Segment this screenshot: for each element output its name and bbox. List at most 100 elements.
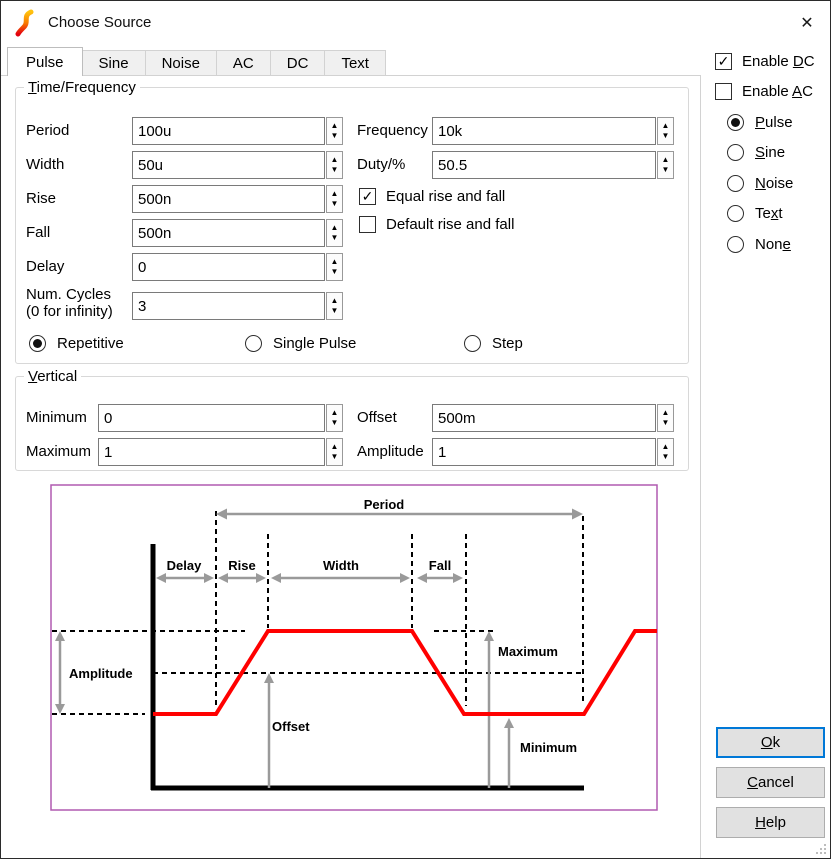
spin-up-icon[interactable]: ▲ [662, 408, 670, 418]
spin-up-icon[interactable]: ▲ [331, 442, 339, 452]
source-noise-label: Noise [755, 175, 793, 193]
amplitude-field[interactable] [432, 438, 656, 466]
delay-field[interactable] [132, 253, 325, 281]
help-button[interactable]: Help [716, 807, 825, 838]
num-cycles-field[interactable] [132, 292, 325, 320]
spin-up-icon[interactable]: ▲ [331, 223, 339, 233]
period-spinner[interactable]: ▲▼ [326, 117, 343, 145]
offset-diagram-label: Offset [272, 719, 310, 734]
minimum-diagram-label: Minimum [520, 740, 577, 755]
width-field[interactable] [132, 151, 325, 179]
spin-up-icon[interactable]: ▲ [331, 155, 339, 165]
single-pulse-label: Single Pulse [273, 335, 356, 353]
arrowhead-right-icon [256, 573, 266, 583]
fall-field[interactable] [132, 219, 325, 247]
spin-up-icon[interactable]: ▲ [331, 189, 339, 199]
spin-down-icon[interactable]: ▼ [331, 199, 339, 209]
spin-down-icon[interactable]: ▼ [331, 267, 339, 277]
title-bar: Choose Source ✕ [1, 1, 830, 45]
equal-rise-fall-checkbox[interactable]: ✓ [359, 188, 376, 205]
source-none-radio[interactable] [727, 236, 744, 253]
frequency-field[interactable] [432, 117, 656, 145]
spin-down-icon[interactable]: ▼ [331, 418, 339, 428]
cancel-button[interactable]: Cancel [716, 767, 825, 798]
duty-spinner[interactable]: ▲▼ [657, 151, 674, 179]
resize-grip[interactable] [814, 842, 827, 855]
spin-down-icon[interactable]: ▼ [331, 452, 339, 462]
width-spinner[interactable]: ▲▼ [326, 151, 343, 179]
num-cycles-label-line2: (0 for infinity) [26, 303, 113, 320]
vertical-group: Vertical Minimum ▲▼ Maximum ▲▼ Offset ▲▼… [15, 376, 689, 471]
spin-up-icon[interactable]: ▲ [331, 121, 339, 131]
arrowhead-left-icon [218, 573, 228, 583]
arrowhead-up-icon [484, 631, 494, 641]
period-field[interactable] [132, 117, 325, 145]
spin-down-icon[interactable]: ▼ [331, 233, 339, 243]
check-icon: ✓ [362, 189, 374, 203]
fall-label: Fall [26, 219, 50, 247]
duty-field[interactable] [432, 151, 656, 179]
minimum-field[interactable] [98, 404, 325, 432]
tab-dc[interactable]: DC [270, 50, 326, 76]
tab-noise[interactable]: Noise [145, 50, 217, 76]
step-label: Step [492, 335, 523, 353]
offset-spinner[interactable]: ▲▼ [657, 404, 674, 432]
source-pulse-radio[interactable] [727, 114, 744, 131]
delay-spinner[interactable]: ▲▼ [326, 253, 343, 281]
default-rise-fall-checkbox[interactable]: ✓ [359, 216, 376, 233]
spin-down-icon[interactable]: ▼ [331, 131, 339, 141]
enable-dc-label: Enable DC [742, 53, 815, 71]
enable-ac-checkbox[interactable]: ✓ [715, 83, 732, 100]
source-noise-radio[interactable] [727, 175, 744, 192]
repetitive-radio[interactable] [29, 335, 46, 352]
spin-up-icon[interactable]: ▲ [662, 121, 670, 131]
source-sine-radio[interactable] [727, 144, 744, 161]
tab-ac[interactable]: AC [216, 50, 271, 76]
arrowhead-right-icon [400, 573, 410, 583]
frequency-spinner[interactable]: ▲▼ [657, 117, 674, 145]
spin-down-icon[interactable]: ▼ [662, 131, 670, 141]
source-tabs: Pulse Sine Noise AC DC Text [7, 47, 385, 76]
spin-up-icon[interactable]: ▲ [331, 408, 339, 418]
ok-button[interactable]: Ok [716, 727, 825, 758]
offset-field[interactable] [432, 404, 656, 432]
rise-spinner[interactable]: ▲▼ [326, 185, 343, 213]
num-cycles-label-line1: Num. Cycles [26, 286, 111, 303]
frequency-label: Frequency [357, 117, 428, 145]
period-label: Period [26, 117, 69, 145]
spin-up-icon[interactable]: ▲ [662, 155, 670, 165]
source-sine-label: Sine [755, 144, 785, 162]
tab-sine[interactable]: Sine [82, 50, 146, 76]
minimum-spinner[interactable]: ▲▼ [326, 404, 343, 432]
arrowhead-left-icon [417, 573, 427, 583]
arrowhead-left-icon [271, 573, 281, 583]
source-text-radio[interactable] [727, 205, 744, 222]
period-diagram-label: Period [364, 497, 405, 512]
spin-down-icon[interactable]: ▼ [662, 165, 670, 175]
spin-down-icon[interactable]: ▼ [331, 165, 339, 175]
arrowhead-right-icon [572, 509, 583, 520]
spin-down-icon[interactable]: ▼ [662, 452, 670, 462]
spin-up-icon[interactable]: ▲ [331, 296, 339, 306]
rise-field[interactable] [132, 185, 325, 213]
maximum-field[interactable] [98, 438, 325, 466]
spin-down-icon[interactable]: ▼ [331, 306, 339, 316]
spin-up-icon[interactable]: ▲ [331, 257, 339, 267]
amplitude-spinner[interactable]: ▲▼ [657, 438, 674, 466]
enable-ac-label: Enable AC [742, 83, 813, 101]
time-frequency-group: Time/Frequency Period ▲▼ Width ▲▼ Rise ▲… [15, 87, 689, 364]
maximum-spinner[interactable]: ▲▼ [326, 438, 343, 466]
arrowhead-up-icon [55, 631, 65, 641]
step-radio[interactable] [464, 335, 481, 352]
tab-pulse[interactable]: Pulse [7, 47, 83, 76]
single-pulse-radio[interactable] [245, 335, 262, 352]
tab-text[interactable]: Text [324, 50, 386, 76]
close-icon[interactable]: ✕ [792, 9, 822, 37]
width-diagram-label: Width [323, 558, 359, 573]
spin-up-icon[interactable]: ▲ [662, 442, 670, 452]
spin-down-icon[interactable]: ▼ [662, 418, 670, 428]
equal-rise-fall-label: Equal rise and fall [386, 188, 505, 206]
enable-dc-checkbox[interactable]: ✓ [715, 53, 732, 70]
num-cycles-spinner[interactable]: ▲▼ [326, 292, 343, 320]
fall-spinner[interactable]: ▲▼ [326, 219, 343, 247]
